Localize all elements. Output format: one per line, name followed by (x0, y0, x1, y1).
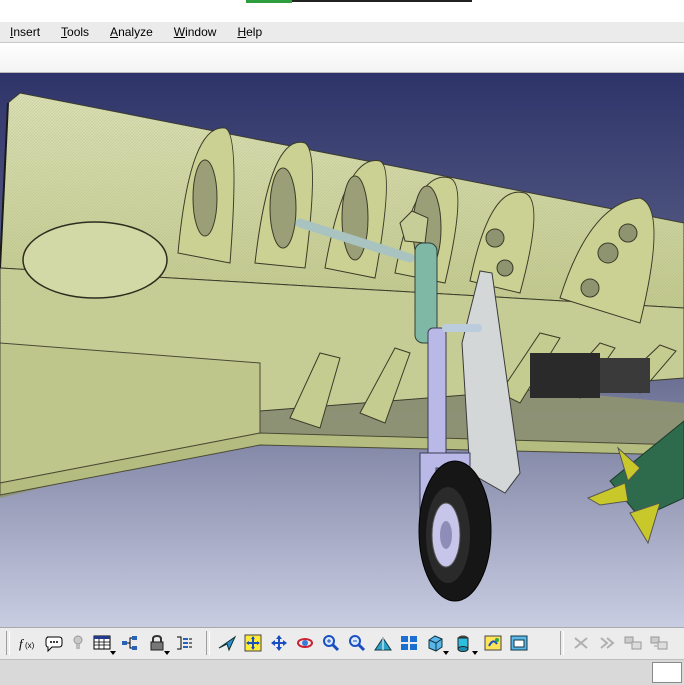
menu-tools[interactable]: Tools (51, 22, 100, 42)
gear-strut-lower (427, 327, 447, 464)
lock-dropdown-arrow[interactable] (164, 651, 170, 655)
zoom-out-icon[interactable] (346, 632, 368, 654)
zoom-in-icon[interactable] (320, 632, 342, 654)
toolbar-separator (206, 631, 210, 655)
normal-view-icon[interactable] (372, 632, 394, 654)
iso-view-dropdown-arrow[interactable] (443, 651, 449, 655)
gear-wheel (418, 460, 492, 602)
fit-all-icon[interactable] (242, 632, 264, 654)
toolbar-separator (6, 631, 10, 655)
table-dropdown-arrow[interactable] (110, 651, 116, 655)
status-bar (0, 659, 684, 685)
3d-viewport[interactable] (0, 73, 684, 627)
chapter-icon[interactable] (648, 632, 670, 654)
swap-space-icon[interactable] (508, 632, 530, 654)
menu-insert[interactable]: Insert (0, 22, 51, 42)
menu-analyze[interactable]: Analyze (100, 22, 164, 42)
rotate-icon[interactable] (294, 632, 316, 654)
fly-mode-icon[interactable] (216, 632, 238, 654)
hide-show-icon[interactable] (482, 632, 504, 654)
comment-icon[interactable] (43, 632, 65, 654)
shading-dropdown-arrow[interactable] (472, 651, 478, 655)
formula-icon[interactable]: f (x) (17, 632, 39, 654)
catalog-icon[interactable] (622, 632, 644, 654)
menu-window[interactable]: Window (164, 22, 228, 42)
pan-icon[interactable] (268, 632, 290, 654)
menu-bar: Insert Tools Analyze Window Help (0, 22, 684, 43)
knowledge-icon[interactable] (67, 632, 89, 654)
stop-icon[interactable] (570, 632, 592, 654)
svg-text:(x): (x) (25, 641, 35, 650)
menu-help[interactable]: Help (227, 22, 273, 42)
graph-tree-icon[interactable] (119, 632, 141, 654)
equipment-box (530, 353, 600, 398)
wing-model-render (0, 73, 684, 627)
window-title-strip (0, 0, 684, 22)
title-accent (246, 0, 292, 3)
multi-view-icon[interactable] (398, 632, 420, 654)
top-toolbar-area (0, 43, 684, 73)
parameters-icon[interactable] (173, 632, 195, 654)
bottom-toolbar: f (x) (0, 627, 684, 660)
title-accent-dark (292, 0, 472, 2)
shading-icon[interactable] (452, 632, 474, 654)
inspection-opening (22, 221, 168, 299)
toolbar-separator (560, 631, 564, 655)
command-input[interactable] (652, 662, 682, 683)
forward-icon[interactable] (596, 632, 618, 654)
